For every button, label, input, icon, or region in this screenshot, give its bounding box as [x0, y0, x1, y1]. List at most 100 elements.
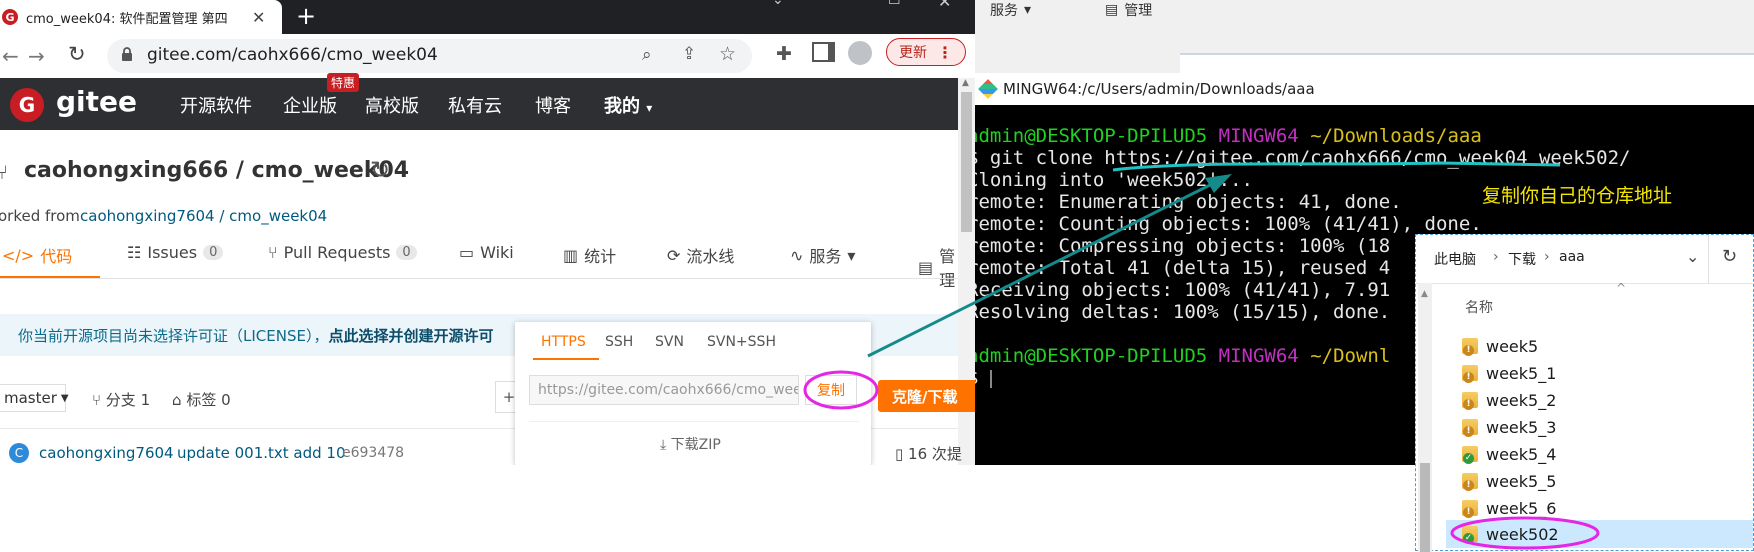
clone-download-button[interactable]: 克隆/下载 [878, 380, 975, 412]
folder-row[interactable]: week5_6 [1462, 495, 1556, 521]
kebab-menu-icon: ⋮ [937, 42, 953, 62]
nav-open-source[interactable]: 开源软件 [180, 92, 252, 118]
new-tab-icon[interactable]: + [296, 2, 316, 30]
breadcrumb-this-pc[interactable]: 此电脑 [1434, 249, 1476, 269]
pipeline-icon: ⟳ [667, 245, 681, 265]
forward-icon[interactable]: → [28, 44, 45, 68]
folder-row[interactable]: week5_1 [1462, 360, 1556, 386]
nav-blog[interactable]: 博客 [535, 92, 571, 118]
tab-manage[interactable]: ▤ 管理 [918, 243, 958, 291]
tags-link[interactable]: ⌂ 标签 0 [172, 389, 231, 410]
repo-header: ⑂ caohongxing666 / cmo_week04 ↻ orked fr… [0, 130, 958, 290]
scroll-up-icon[interactable]: ▲ [962, 78, 969, 88]
nav-university[interactable]: 高校版 [365, 92, 419, 118]
clone-tab-svn[interactable]: SVN [655, 334, 684, 350]
branches-link[interactable]: ⑂ 分支 1 [92, 389, 150, 410]
folder-warning-icon [1462, 419, 1478, 437]
share-icon[interactable]: ⇪ [682, 44, 696, 64]
output-line: remote: Counting objects: 100% (41/41), … [967, 213, 1482, 235]
omnibox[interactable]: gitee.com/caohx666/cmo_week04 ⌕ ⇪ ☆ [107, 39, 752, 73]
reload-icon[interactable]: ↻ [68, 42, 86, 66]
extensions-icon[interactable]: ✚ [776, 43, 792, 65]
tab-wiki[interactable]: ▭ Wiki [459, 243, 514, 262]
commit-avatar[interactable]: C [9, 443, 29, 463]
copy-button[interactable]: 复制 [805, 375, 857, 405]
tab-services[interactable]: ∿ 服务 ▾ [790, 243, 855, 267]
update-button[interactable]: 更新 ⋮ [886, 38, 966, 66]
manage-icon: ▤ [918, 257, 934, 277]
annotation-text: 复制你自己的仓库地址 [1482, 185, 1673, 207]
restore-icon[interactable]: ☐ [888, 0, 901, 8]
tab-code[interactable]: </> 代码 [2, 243, 72, 267]
addressbar-divider [1708, 235, 1709, 283]
breadcrumb-downloads[interactable]: 下载 [1508, 249, 1536, 269]
close-window-icon[interactable]: ✕ [938, 0, 951, 11]
manage-icon: ▤ [1105, 2, 1119, 18]
folder-row[interactable]: week5_4 [1462, 441, 1556, 467]
scrollbar-thumb[interactable] [961, 92, 972, 232]
clone-url-input[interactable]: https://gitee.com/caohx666/cmo_week04 [529, 375, 799, 405]
branch-select[interactable]: master ▼ [0, 384, 69, 412]
folder-row[interactable]: week5 [1462, 333, 1538, 359]
gitee-logo-icon[interactable]: G [10, 88, 44, 122]
gitee-favicon: G [2, 9, 18, 25]
explorer-addressbar[interactable]: 此电脑 › 下载 › aaa ⌄ ↻ [1416, 235, 1754, 284]
commit-hash[interactable]: e693478 [342, 445, 404, 461]
scrollbar-thumb[interactable] [1420, 463, 1430, 552]
nav-mine[interactable]: 我的 ▾ [604, 92, 652, 118]
sidepanel-icon[interactable] [812, 42, 835, 62]
column-header-name[interactable]: 名称 [1465, 297, 1493, 317]
close-tab-icon[interactable]: ✕ [252, 8, 265, 27]
commit-count[interactable]: ▯ 16 次提 [895, 443, 962, 464]
tab-pipeline[interactable]: ⟳ 流水线 [667, 243, 734, 267]
branch-icon: ⑂ [92, 391, 102, 409]
tab-issues[interactable]: ☷ Issues 0 [127, 243, 224, 262]
clone-tab-ssh[interactable]: SSH [605, 334, 633, 350]
explorer-scrollbar[interactable]: ▲ [1418, 283, 1432, 552]
refresh-icon[interactable]: ↻ [1722, 246, 1737, 267]
browser-tab[interactable]: G cmo_week04: 软件配置管理 第四 ✕ [0, 0, 282, 34]
services-icon: ∿ [790, 245, 804, 265]
folder-warning-icon [1462, 392, 1478, 410]
folder-row-week502[interactable]: week502 [1462, 521, 1559, 547]
commit-message[interactable]: update 001.txt add 10 [177, 444, 346, 462]
sync-icon[interactable]: ↻ [370, 156, 390, 184]
commit-author[interactable]: caohongxing7604 [39, 444, 174, 462]
folder-ok-icon [1462, 446, 1478, 464]
tag-icon: ⌂ [172, 391, 182, 409]
clone-tab-underline [533, 358, 599, 360]
folder-warning-icon [1462, 500, 1478, 518]
nav-enterprise[interactable]: 企业版 [283, 92, 337, 118]
forked-from-link[interactable]: caohongxing7604 / cmo_week04 [80, 207, 327, 225]
lock-icon [121, 47, 133, 62]
clone-tab-svn-ssh[interactable]: SVN+SSH [707, 334, 776, 350]
zoom-icon[interactable]: ⌕ [642, 45, 652, 65]
fork-icon: ⑂ [0, 160, 8, 184]
nav-private-cloud[interactable]: 私有云 [448, 92, 502, 118]
gitee-logo-text[interactable]: gitee [56, 85, 137, 118]
breadcrumb-chevron-icon: › [1493, 249, 1499, 265]
profile-avatar-icon[interactable] [848, 41, 872, 65]
browser-window: G cmo_week04: 软件配置管理 第四 ✕ + ☐ ✕ ⌄ ← → ↻ … [0, 0, 975, 465]
tab-stats[interactable]: ▥ 统计 [563, 243, 616, 267]
folder-row[interactable]: week5_2 [1462, 387, 1556, 413]
repo-title[interactable]: caohongxing666 / cmo_week04 [24, 158, 409, 183]
download-zip-link[interactable]: ⤓ 下载ZIP [660, 434, 721, 454]
breadcrumb-aaa[interactable]: aaa [1559, 249, 1585, 265]
prompt-line-2: admin@DESKTOP-DPILUD5 MINGW64 ~/Downl [967, 345, 1391, 367]
bookmark-star-icon[interactable]: ☆ [719, 43, 736, 65]
scroll-up-icon[interactable]: ▲ [1421, 289, 1428, 299]
chevron-down-icon: ▼ [60, 392, 69, 404]
tab-search-icon[interactable]: ⌄ [772, 0, 784, 8]
clone-tab-https[interactable]: HTTPS [541, 334, 586, 350]
chevron-down-icon: ▾ [847, 245, 856, 265]
bg-services[interactable]: 服务 ▾ [990, 0, 1031, 20]
chevron-down-icon[interactable]: ⌄ [1686, 247, 1699, 266]
folder-row[interactable]: week5_5 [1462, 468, 1556, 494]
bg-manage[interactable]: ▤ 管理 [1105, 0, 1152, 20]
license-link[interactable]: 点此选择并创建开源许可 [328, 325, 493, 346]
folder-row[interactable]: week5_3 [1462, 414, 1556, 440]
tab-pull-requests[interactable]: ⑂ Pull Requests 0 [268, 243, 417, 262]
clone-popup: HTTPS SSH SVN SVN+SSH https://gitee.com/… [515, 322, 871, 465]
back-icon[interactable]: ← [2, 44, 19, 68]
